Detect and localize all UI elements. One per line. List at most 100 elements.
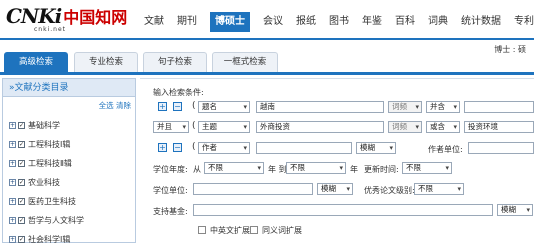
row1-field-select[interactable]: 题名 [198,101,250,113]
nav-item[interactable]: 文献 [144,12,164,32]
search-tabs: 高级检索 专业检索 句子检索 一框式检索 [0,42,534,72]
logo-text: CNKi [6,4,62,28]
row3-field-select[interactable]: 作者 [198,142,250,154]
degree-unit-match-select[interactable]: 模糊 [317,183,353,195]
category-item[interactable]: + ✓ 医药卫生科技 [9,192,84,211]
category-item[interactable]: + ✓ 哲学与人文科学 [9,211,84,230]
author-unit-label: 作者单位: [428,145,463,154]
expand-icon[interactable]: + [9,236,16,243]
nav-item[interactable]: 百科 [395,12,415,32]
category-item[interactable]: + ✓ 农业科技 [9,173,84,192]
update-time-label: 更新时间: [364,165,399,174]
add-author-button[interactable]: + [158,143,167,152]
category-item[interactable]: + ✓ 社会科学Ⅰ辑 [9,230,84,249]
category-item[interactable]: + ✓ 工程科技Ⅱ辑 [9,154,84,173]
category-label: 医药卫生科技 [28,197,76,206]
tab-item[interactable]: 高级检索 [4,52,68,72]
row1-logic-select[interactable]: 并含 [426,101,460,113]
year-end-label: 年 [350,165,358,174]
select-all-link[interactable]: 全选 [99,101,114,110]
paren-open-3: ( [192,142,196,152]
category-sidebar: »文献分类目录 全选 清除 + ✓ 基础科学 + ✓ 工程科技Ⅰ辑 + ✓ 工程科技Ⅱ辑 + ✓ 农业… [2,78,136,244]
row2-value-input[interactable]: 外商投资 [256,121,384,133]
top-bar: CNKi 中国知网 cnki.net 文献 期刊 博硕士 会议 报纸 图书 年鉴 百科 词典 统计数… [0,0,534,40]
category-label: 社会科学Ⅰ辑 [28,235,71,244]
update-time-select[interactable]: 不限 [402,162,452,174]
category-label: 哲学与人文科学 [28,216,84,225]
tab-item[interactable]: 一框式检索 [212,52,278,72]
remove-row-button[interactable]: − [173,102,182,111]
category-checkbox[interactable]: ✓ [18,160,25,167]
category-item[interactable]: + ✓ 工程科技Ⅰ辑 [9,135,84,154]
row1-value2-input[interactable] [464,101,534,113]
nav-item[interactable]: 词典 [428,12,448,32]
tab-item[interactable]: 句子检索 [143,52,207,72]
category-label: 工程科技Ⅰ辑 [28,140,71,149]
ext-synonym-label: 同义词扩展 [262,226,302,235]
expand-icon[interactable]: + [9,179,16,186]
paren-open-2: ( [192,121,196,131]
database-nav: 文献 期刊 博硕士 会议 报纸 图书 年鉴 百科 词典 统计数据 专利 [144,12,534,32]
cnki-logo[interactable]: CNKi 中国知网 cnki.net [6,4,127,36]
search-form: 输入检索条件: + − ( 题名 越南 词频 并含 并且 ( 主题 外商投资 词… [140,78,534,243]
nav-item[interactable]: 统计数据 [461,12,501,32]
author-unit-input[interactable] [468,142,534,154]
ext-synonym-checkbox[interactable] [250,226,258,234]
fund-label: 支持基金: [153,207,188,216]
nav-item[interactable]: 报纸 [296,12,316,32]
category-checkbox[interactable]: ✓ [18,217,25,224]
category-checkbox[interactable]: ✓ [18,179,25,186]
category-label: 工程科技Ⅱ辑 [28,159,72,168]
year-to-select[interactable]: 不限 [286,162,346,174]
row2-field-select[interactable]: 主题 [198,121,250,133]
author-input[interactable] [256,142,352,154]
expand-icon[interactable]: + [9,122,16,129]
excellent-label: 优秀论文级别: [364,186,415,195]
remove-author-button[interactable]: − [173,143,182,152]
expand-icon[interactable]: + [9,141,16,148]
degree-unit-input[interactable] [193,183,313,195]
year-from-select[interactable]: 不限 [204,162,264,174]
fund-input[interactable] [193,204,493,216]
paren-open: ( [192,101,196,111]
expand-icon[interactable]: + [9,160,16,167]
nav-item[interactable]: 博硕士 [210,12,250,32]
row2-value2-input[interactable]: 投资环境 [464,121,534,133]
nav-item[interactable]: 图书 [329,12,349,32]
category-checkbox[interactable]: ✓ [18,198,25,205]
nav-item[interactable]: 年鉴 [362,12,382,32]
degree-unit-label: 学位单位: [153,186,188,195]
category-label: 农业科技 [28,178,60,187]
fund-match-select[interactable]: 模糊 [497,204,533,216]
sidebar-title[interactable]: »文献分类目录 [3,79,135,97]
expand-icon[interactable]: + [9,198,16,205]
row2-logic-select[interactable]: 并且 [153,121,189,133]
year-label: 学位年度: [153,165,188,174]
row2-logic2-select[interactable]: 或含 [426,121,460,133]
conditions-label: 输入检索条件: [153,88,204,97]
category-list: + ✓ 基础科学 + ✓ 工程科技Ⅰ辑 + ✓ 工程科技Ⅱ辑 + ✓ 农业科技 + ✓ 医药卫生科技 + ✓ 哲学… [9,116,84,249]
user-info: 博士 : 硕 [494,45,526,54]
category-checkbox[interactable]: ✓ [18,141,25,148]
sidebar-actions: 全选 清除 [99,100,131,111]
category-item[interactable]: + ✓ 基础科学 [9,116,84,135]
excellent-select[interactable]: 不限 [414,183,464,195]
category-label: 基础科学 [28,121,60,130]
ext-cn-en-label: 中英文扩展 [210,226,250,235]
nav-item[interactable]: 期刊 [177,12,197,32]
expand-icon[interactable]: + [9,217,16,224]
year-to-label: 年 到 [268,165,287,174]
clear-link[interactable]: 清除 [116,101,131,110]
row2-freq-select[interactable]: 词频 [388,121,422,133]
tab-item[interactable]: 专业检索 [74,52,138,72]
row1-value-input[interactable]: 越南 [256,101,384,113]
author-match-select[interactable]: 模糊 [356,142,396,154]
row1-freq-select[interactable]: 词频 [388,101,422,113]
add-row-button[interactable]: + [158,102,167,111]
category-checkbox[interactable]: ✓ [18,236,25,243]
nav-item[interactable]: 专利 [514,12,534,32]
nav-item[interactable]: 会议 [263,12,283,32]
ext-cn-en-checkbox[interactable] [198,226,206,234]
category-checkbox[interactable]: ✓ [18,122,25,129]
logo-sub: cnki.net [34,26,66,33]
